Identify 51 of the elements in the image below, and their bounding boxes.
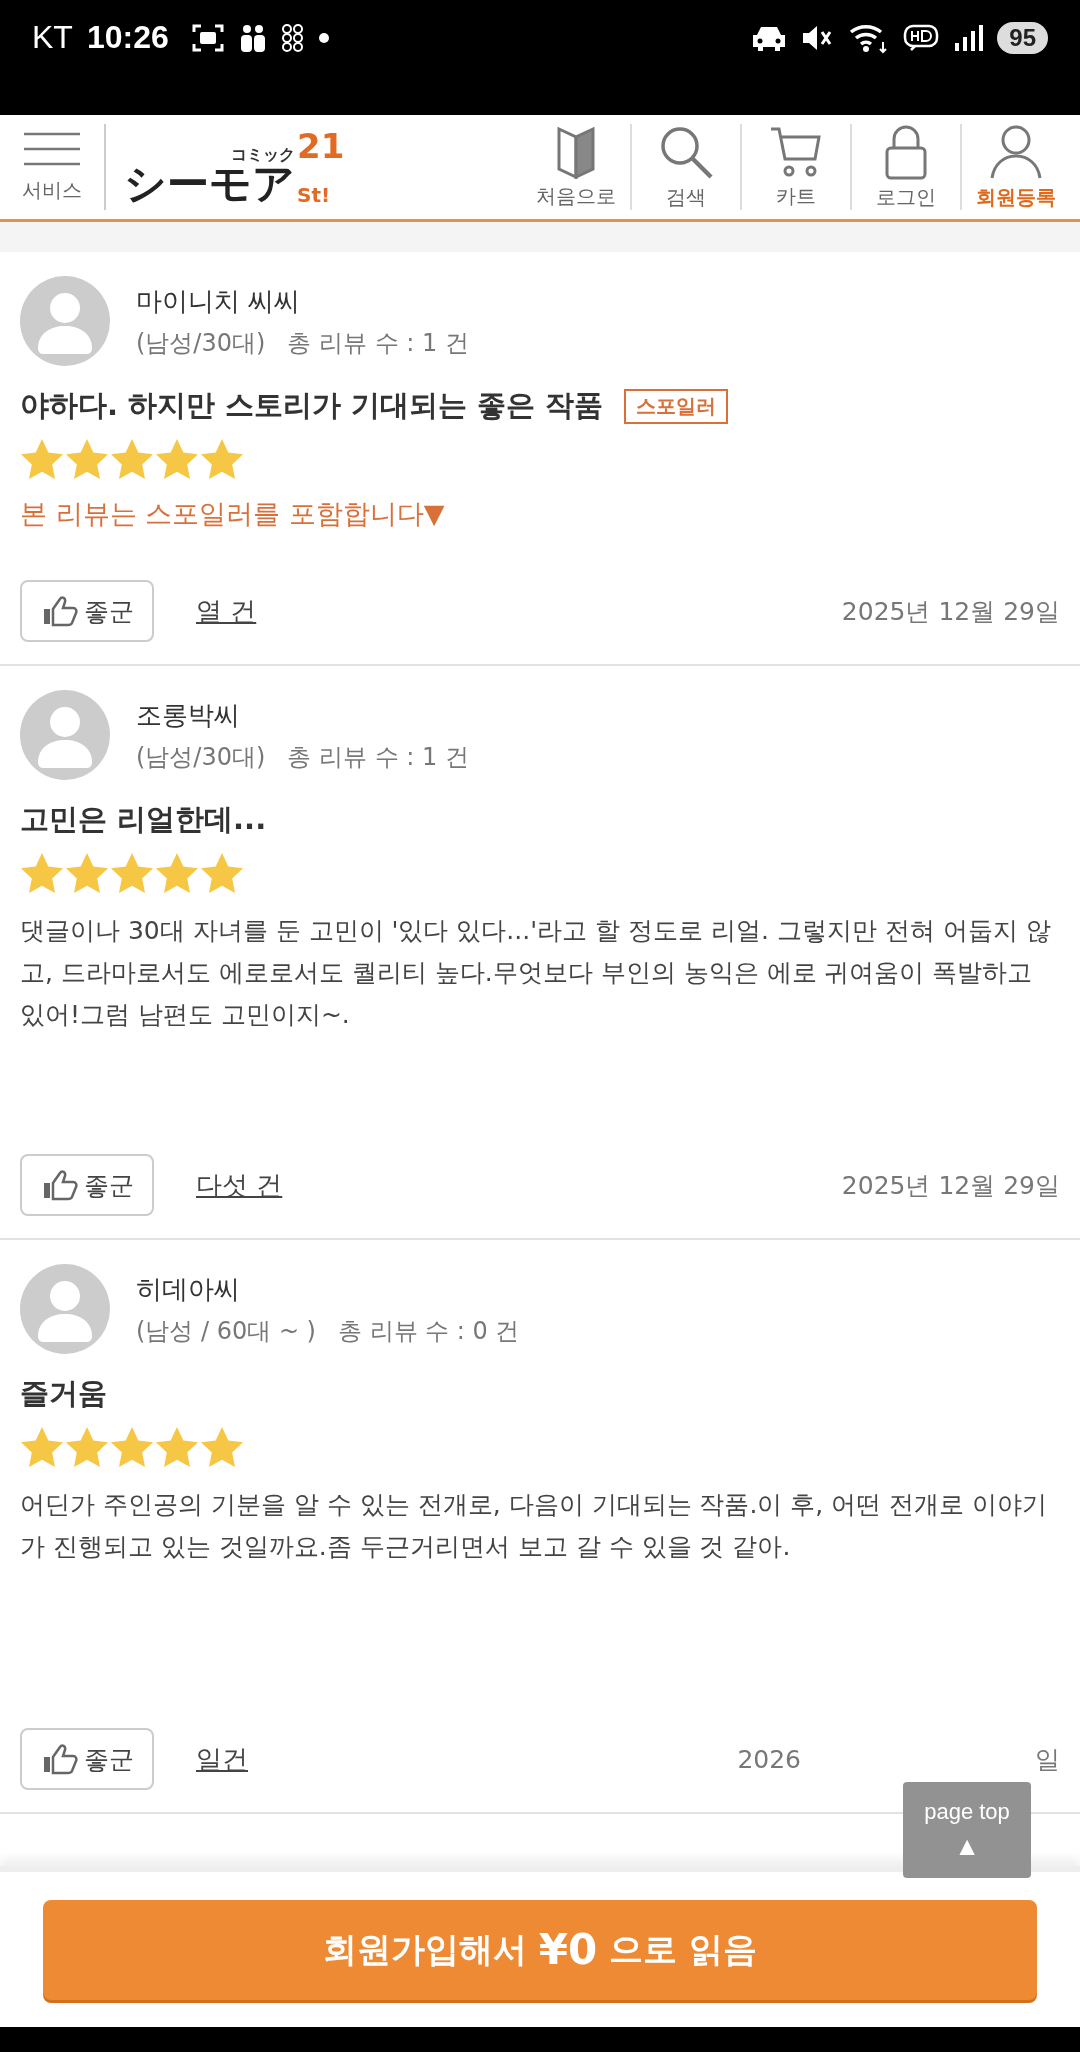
clock: 10:26 — [86, 19, 169, 56]
thumbs-up-icon — [42, 1169, 78, 1201]
review-title: 즐거움 — [20, 1375, 107, 1412]
battery-indicator: 95 — [997, 21, 1048, 54]
review-title: 고민은 리얼한데... — [20, 801, 267, 838]
signal-icon — [953, 22, 984, 53]
spoiler-toggle-link[interactable]: 본 리뷰는 스포일러를 포함합니다▼ — [20, 496, 445, 532]
helpful-count-link[interactable]: 열 건 — [196, 593, 257, 629]
menu-icon — [22, 130, 82, 167]
reviewer-info: (남성/30대) — [136, 327, 266, 359]
like-button[interactable]: 좋군 — [20, 1728, 154, 1790]
page-top-button[interactable]: page top ▲ — [903, 1782, 1031, 1878]
reviewer-info: (남성/30대) — [136, 741, 266, 773]
beginner-mark-icon — [556, 124, 596, 179]
review-text: 댓글이나 30대 자녀를 둔 고민이 '있다 있다...'라고 할 정도로 리얼. 그렇지만 전혀 어둡지 않고, 드라마로서도 에로로서도 퀄리티 높다.무엇보다 부인의 농익은 에로 귀여움이 폭발하고 있어!그럼 남편도 고민이지~. — [20, 915, 1052, 1031]
reviewer-name: 히데아씨 — [136, 1272, 241, 1306]
reviewer-name: 마이니치 씨씨 — [136, 284, 302, 318]
review-title: 야하다. 하지만 스토리가 기대되는 좋은 작품 — [20, 387, 604, 424]
reviewer-info: (남성 / 60대 ~ ) — [136, 1315, 316, 1347]
thumbs-up-icon — [42, 595, 78, 627]
review-count: 총 리뷰 수 : 1 건 — [287, 741, 469, 773]
user-icon — [989, 123, 1043, 180]
nav-item[interactable]: 카트 — [742, 124, 850, 210]
nav-item[interactable]: 처음으로 — [522, 124, 630, 210]
nav-item[interactable]: 검색 — [632, 123, 740, 211]
like-button[interactable]: 좋군 — [20, 1154, 154, 1216]
service-menu-button[interactable]: 서비스 — [22, 130, 82, 204]
nav-item[interactable]: 회원등록 — [962, 123, 1070, 211]
screenshot-icon — [190, 22, 225, 53]
review-date: 2025년 12월 29일 — [841, 595, 1060, 628]
lock-icon — [884, 123, 928, 180]
car-icon — [751, 24, 788, 51]
spoiler-tag: 스포일러 — [623, 388, 728, 424]
review-count: 총 리뷰 수 : 0 건 — [338, 1315, 520, 1347]
review-date: 2026 — [737, 1744, 801, 1774]
site-logo[interactable]: コミック シーモア 21 St! — [124, 129, 345, 205]
like-button[interactable]: 좋군 — [20, 580, 154, 642]
thumbs-up-icon — [42, 1743, 78, 1775]
hd-icon — [903, 22, 940, 53]
dot-icon — [318, 32, 329, 43]
review-date: 일 — [1035, 1743, 1060, 1776]
review-text: 어딘가 주인공의 기분을 알 수 있는 전개로, 다음이 기대되는 작품.이 후, 어떤 전개로 이야기가 진행되고 있는 것일까요.좀 두근거리면서 보고 갈 수 있을 것 같아. — [20, 1489, 1049, 1563]
carrier: KT — [32, 19, 73, 56]
grid-icon — [280, 22, 305, 53]
reviewer-name: 조롱박씨 — [136, 698, 241, 732]
helpful-count-link[interactable]: 다섯 건 — [196, 1167, 283, 1203]
people-icon — [238, 22, 267, 53]
helpful-count-link[interactable]: 일건 — [196, 1741, 248, 1777]
review-count: 총 리뷰 수 : 1 건 — [287, 327, 469, 359]
review-date: 2025년 12월 29일 — [841, 1169, 1060, 1202]
nav-item[interactable]: 로그인 — [852, 123, 960, 211]
